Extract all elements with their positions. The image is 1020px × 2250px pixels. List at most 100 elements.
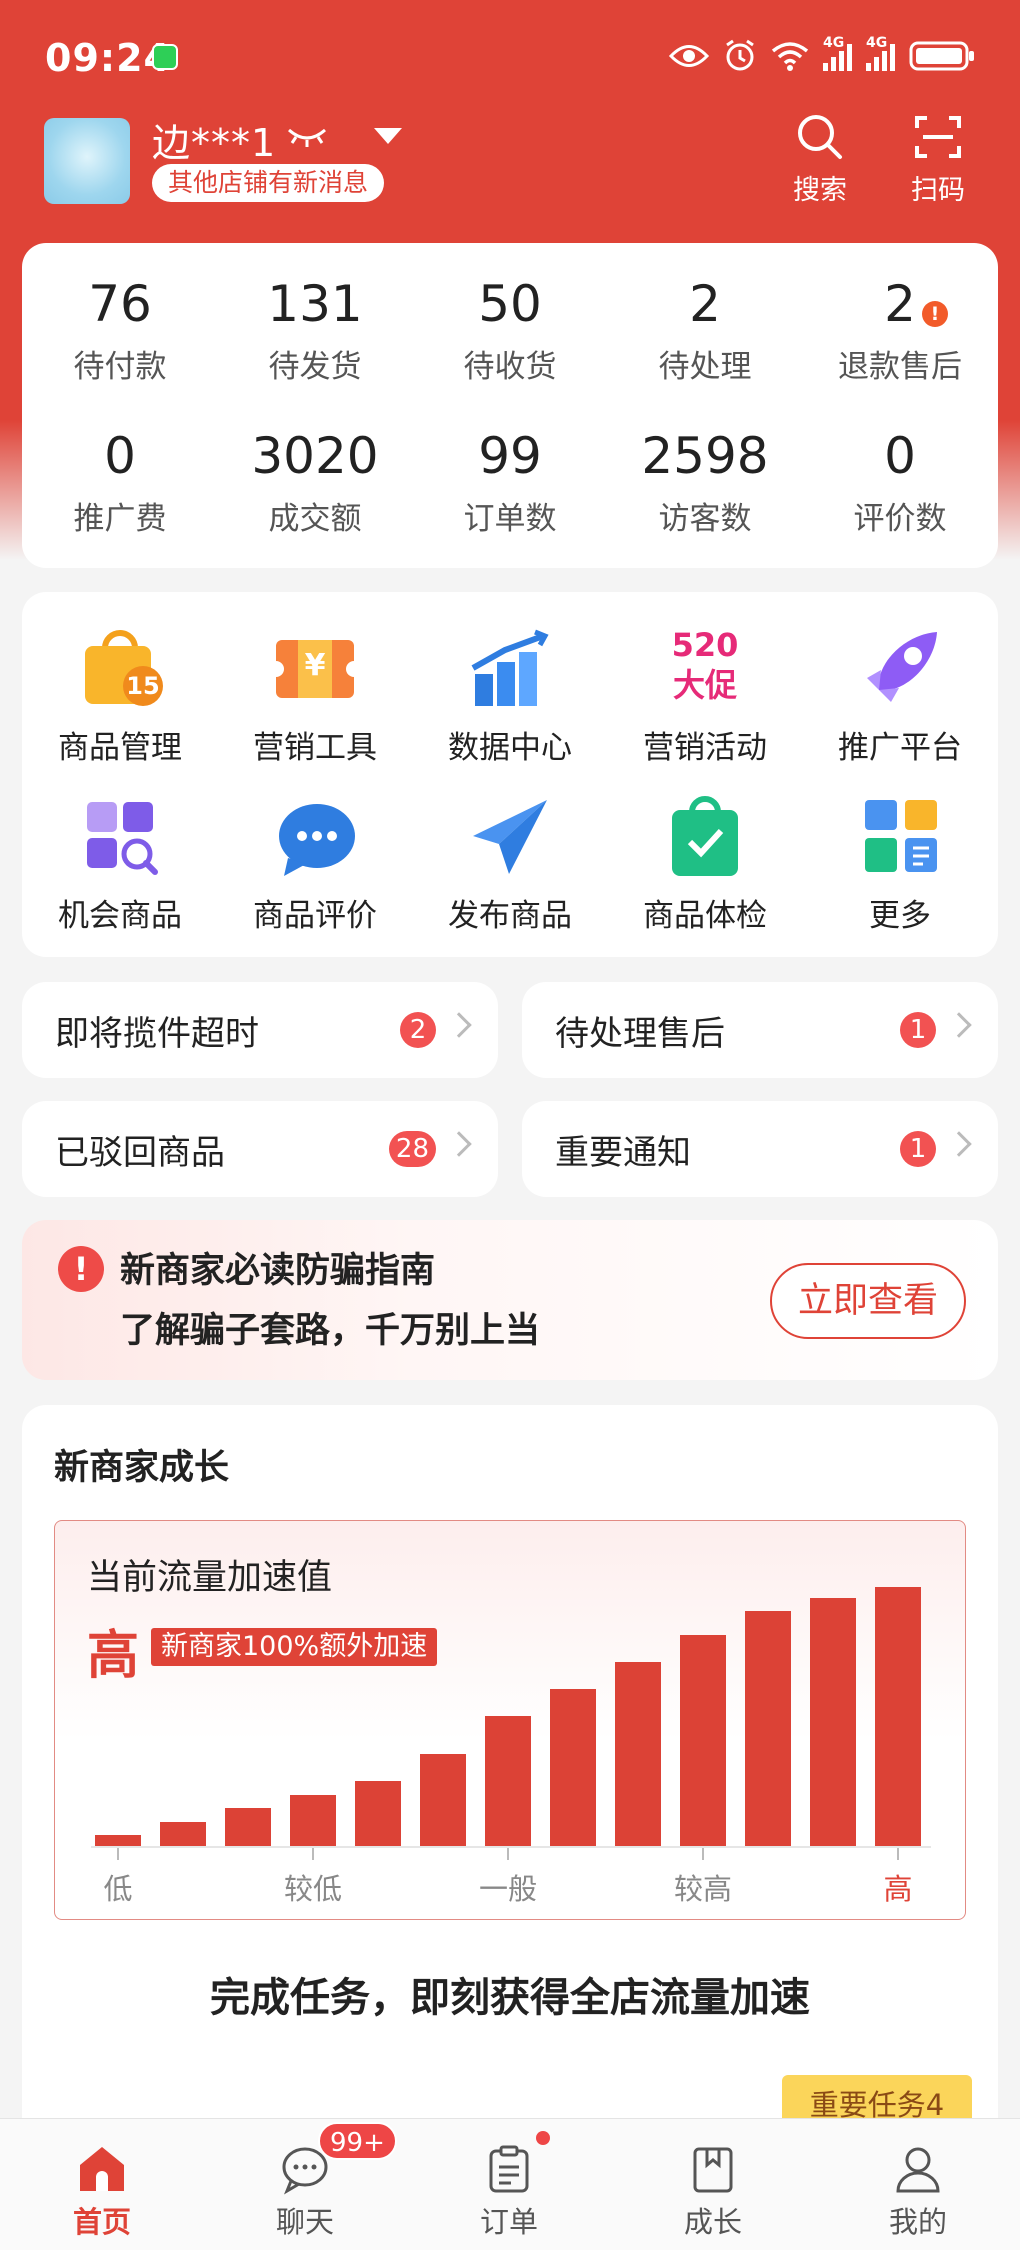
signal-icon: 4G <box>866 35 895 71</box>
tool-opportunity-products[interactable]: 机会商品 <box>22 792 218 935</box>
wechat-notification-icon <box>152 44 178 70</box>
tool-product-reviews[interactable]: 商品评价 <box>217 792 413 935</box>
shop-avatar[interactable] <box>44 118 130 204</box>
x-axis <box>91 1846 931 1848</box>
tool-product-checkup[interactable]: 商品体检 <box>607 792 803 935</box>
more-apps-icon <box>855 792 945 882</box>
boost-tag: 新商家100%额外加速 <box>151 1628 438 1666</box>
alert-badge: ! <box>922 301 948 327</box>
count-badge: 2 <box>400 1012 436 1048</box>
other-shop-message-badge[interactable]: 其他店铺有新消息 <box>152 164 385 202</box>
chart-bar <box>290 1795 336 1846</box>
chat-unread-badge: 99+ <box>318 2122 397 2160</box>
stat-value: 50 <box>478 275 542 333</box>
tab-me[interactable]: 我的 <box>848 2143 988 2241</box>
stat-label: 退款售后 <box>838 349 962 385</box>
alert-pickup-timeout[interactable]: 即将揽件超时 2 <box>22 982 498 1078</box>
tool-more[interactable]: 更多 <box>802 792 998 935</box>
search-button[interactable]: 搜索 <box>775 112 865 207</box>
promo-520-number: 520 <box>671 626 739 664</box>
tool-marketing-tools[interactable]: ¥ 营销工具 <box>217 624 413 767</box>
tab-home[interactable]: 首页 <box>32 2143 172 2241</box>
shop-switch-dropdown-icon[interactable] <box>374 128 402 144</box>
chart-bar <box>225 1808 271 1846</box>
bar-chart-icon <box>465 624 555 714</box>
x-tick <box>507 1848 509 1860</box>
network-type: 4G <box>823 35 845 51</box>
chart-bar <box>680 1635 726 1846</box>
scan-button[interactable]: 扫码 <box>893 112 983 207</box>
alert-important-notice[interactable]: 重要通知 1 <box>522 1101 998 1197</box>
tool-publish-product[interactable]: 发布商品 <box>412 792 608 935</box>
book-icon <box>693 2147 733 2193</box>
chart-title: 当前流量加速值 <box>87 1558 333 1598</box>
x-tick-label: 高 <box>883 1872 913 1906</box>
signal-icon: 4G <box>823 35 852 71</box>
count-badge: 1 <box>900 1131 936 1167</box>
traffic-boost-chart: 当前流量加速值 高 新商家100%额外加速 低 较低 一般 较高 高 <box>54 1520 966 1920</box>
tool-promotion-platform[interactable]: 推广平台 <box>802 624 998 767</box>
stat-reviews[interactable]: 0 评价数 <box>802 425 998 538</box>
hide-eye-icon[interactable] <box>286 124 328 148</box>
shop-name[interactable]: 边***1 <box>152 112 276 167</box>
user-icon <box>896 2147 940 2193</box>
stat-value: 0 <box>884 427 916 485</box>
stat-value: 76 <box>88 275 152 333</box>
tab-growth[interactable]: 成长 <box>643 2143 783 2241</box>
chart-bar <box>745 1611 791 1846</box>
stat-visitors[interactable]: 2598 访客数 <box>607 425 803 538</box>
stat-pending-payment[interactable]: 76 待付款 <box>22 273 218 386</box>
tool-label: 营销工具 <box>253 730 377 766</box>
banner-subtitle: 了解骗子套路，千万别上当 <box>120 1311 541 1351</box>
stat-orders[interactable]: 99 订单数 <box>412 425 608 538</box>
chevron-right-icon <box>946 1012 972 1038</box>
stat-value: 131 <box>267 275 363 333</box>
tool-label: 数据中心 <box>448 730 572 766</box>
count-badge: 1 <box>900 1012 936 1048</box>
status-icons: 4G 4G <box>669 35 975 76</box>
stat-refund-aftersale[interactable]: 2 退款售后! <box>802 273 998 386</box>
alarm-icon <box>726 39 754 71</box>
tool-label: 更多 <box>869 898 931 934</box>
wifi-icon <box>771 42 809 71</box>
x-tick <box>702 1848 704 1860</box>
grid-search-icon <box>75 792 165 882</box>
stat-pending-shipment[interactable]: 131 待发货 <box>217 273 413 386</box>
tab-orders[interactable]: 订单 <box>439 2143 579 2241</box>
chevron-right-icon <box>446 1131 472 1157</box>
tool-product-management[interactable]: 15 商品管理 <box>22 624 218 767</box>
order-stats-card: 76 待付款 131 待发货 50 待收货 2 待处理 2 退款售后! 0 推广费 3020… <box>22 243 998 568</box>
tool-marketing-events[interactable]: 520 大促 营销活动 <box>607 624 803 767</box>
stat-value: 2598 <box>641 427 769 485</box>
chart-bar <box>355 1781 401 1846</box>
stat-promotion-fee[interactable]: 0 推广费 <box>22 425 218 538</box>
alert-rejected-products[interactable]: 已驳回商品 28 <box>22 1101 498 1197</box>
stat-gmv[interactable]: 3020 成交额 <box>217 425 413 538</box>
chart-bar <box>485 1716 531 1846</box>
stat-value: 3020 <box>251 427 379 485</box>
chart-bar <box>420 1754 466 1846</box>
alert-label: 重要通知 <box>555 1133 691 1173</box>
section-title: 新商家成长 <box>54 1448 230 1488</box>
shopping-bag-icon: 15 <box>75 624 165 714</box>
rocket-icon <box>855 624 945 714</box>
tab-label: 首页 <box>72 2205 131 2239</box>
tool-label: 营销活动 <box>643 730 767 766</box>
stat-pending-process[interactable]: 2 待处理 <box>607 273 803 386</box>
view-now-button[interactable]: 立即查看 <box>770 1263 966 1339</box>
battery-icon <box>909 41 974 71</box>
chart-bar <box>810 1598 856 1846</box>
tool-data-center[interactable]: 数据中心 <box>412 624 608 767</box>
check-bag-icon <box>660 792 750 882</box>
count-badge: 28 <box>388 1131 436 1167</box>
chevron-right-icon <box>446 1012 472 1038</box>
promo-520-icon: 520 大促 <box>660 624 750 714</box>
alert-pending-aftersale[interactable]: 待处理售后 1 <box>522 982 998 1078</box>
stat-value: 2 <box>689 275 721 333</box>
bag-badge-number: 15 <box>126 672 160 700</box>
anti-fraud-banner[interactable]: ! 新商家必读防骗指南 了解骗子套路，千万别上当 立即查看 <box>22 1220 998 1380</box>
stat-pending-receipt[interactable]: 50 待收货 <box>412 273 608 386</box>
x-tick-label: 低 <box>103 1872 133 1906</box>
tool-label: 商品体检 <box>643 898 767 934</box>
x-tick-label: 一般 <box>478 1872 537 1906</box>
